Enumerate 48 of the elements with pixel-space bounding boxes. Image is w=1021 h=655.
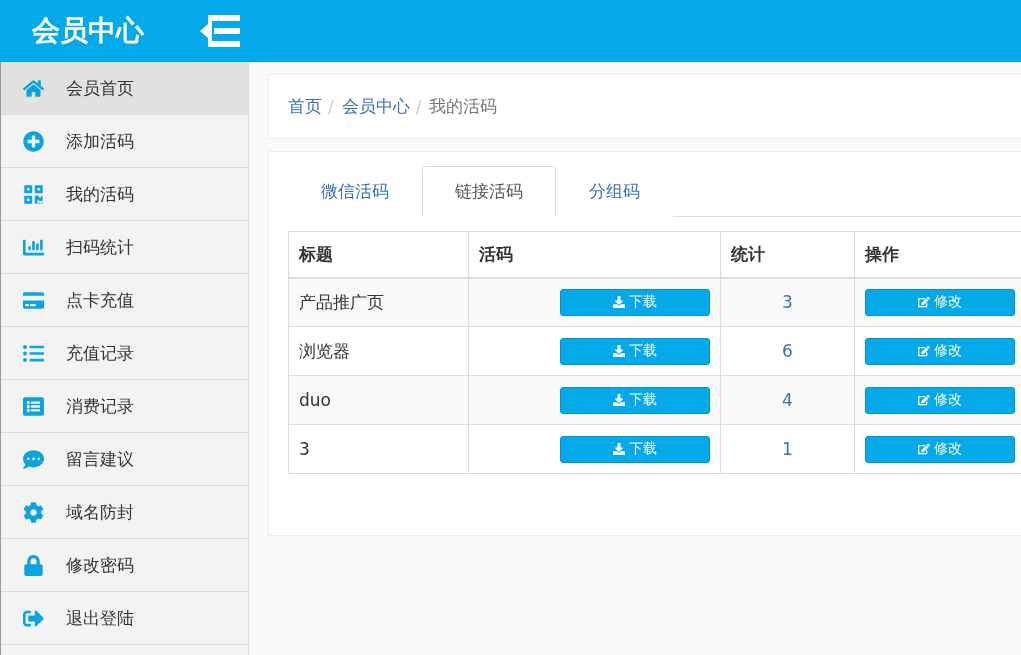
sidebar-item-label: 添加活码 [66,129,134,153]
sidebar-item-label: 退出登陆 [66,606,134,630]
edit-icon [918,345,930,357]
download-icon [613,345,625,357]
title-cell: duo [288,375,469,425]
scan-count: 1 [782,439,793,459]
lock-icon [23,554,44,576]
qr-code-icon [23,183,44,205]
breadcrumb-current: 我的活码 [429,95,498,118]
title-cell: 产品推广页 [288,277,469,327]
menu-toggle-icon[interactable] [200,15,240,47]
list-card-icon [23,395,44,417]
chat-bubble-icon [23,448,44,470]
scan-count: 3 [782,292,793,313]
column-header: 统计 [720,231,855,278]
scan-count: 4 [782,390,793,410]
credit-card-icon [23,289,44,311]
title-cell: 浏览器 [288,326,469,376]
settings-icon [23,501,44,523]
title-cell: 3 [288,424,469,474]
scan-count: 6 [782,341,793,361]
breadcrumb-separator: / [415,96,422,117]
sidebar-item[interactable]: 会员首页 [1,62,248,115]
column-header: 标题 [288,231,469,278]
home-icon [23,77,44,99]
sidebar-item-label: 会员首页 [66,76,134,100]
column-header: 操作 [854,231,1021,278]
sidebar-item-label: 修改密码 [66,553,134,577]
breadcrumb-link[interactable]: 会员中心 [341,95,410,118]
sidebar-item-label: 留言建议 [66,447,134,471]
edit-icon [918,394,930,406]
sidebar-item-label: 点卡充值 [66,288,134,312]
tab[interactable]: 链接活码 [422,166,556,217]
sidebar-item-label: 充值记录 [66,341,134,365]
list-icon [23,342,44,364]
download-icon [613,394,625,406]
sidebar-item-label: 消费记录 [66,394,134,418]
site-title: 会员中心 [31,13,145,49]
breadcrumb-link[interactable]: 首页 [288,95,322,118]
column-header: 活码 [468,231,721,278]
download-icon [613,296,625,309]
sidebar-item-label: 扫码统计 [66,235,134,259]
breadcrumb-separator: / [328,96,334,117]
sidebar-item-label: 域名防封 [66,500,134,524]
edit-icon [918,296,930,309]
sidebar-item-label: 我的活码 [66,182,134,206]
download-icon [613,443,625,455]
edit-icon [918,443,930,455]
